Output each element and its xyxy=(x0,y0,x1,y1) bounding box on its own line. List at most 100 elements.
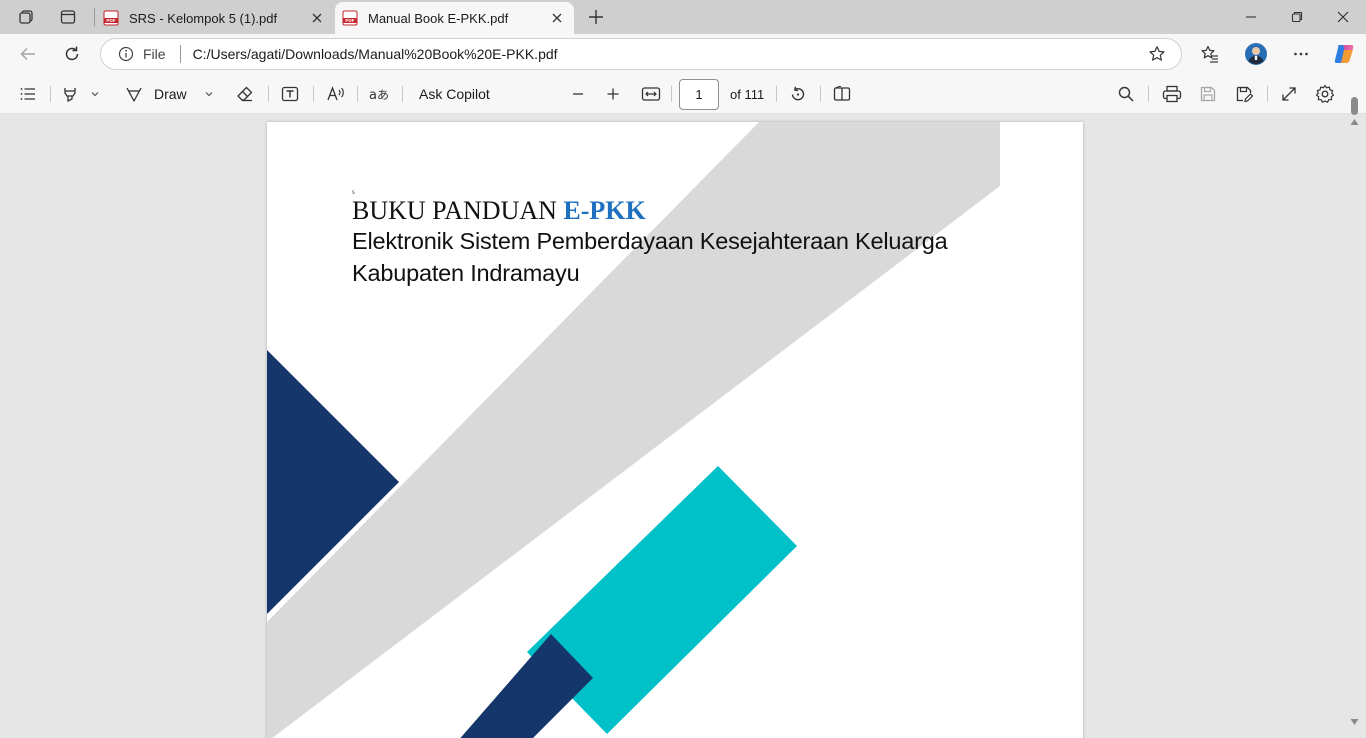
favorite-star-button[interactable] xyxy=(1143,40,1171,68)
scroll-up-arrow-icon[interactable] xyxy=(1350,118,1359,126)
highlighter-icon xyxy=(64,88,76,103)
toolbar-divider xyxy=(671,86,672,102)
document-subtitle-line-1: Elektronik Sistem Pemberdayaan Kesejahte… xyxy=(352,228,948,254)
settings-button[interactable] xyxy=(1312,80,1338,108)
title-plain: BUKU PANDUAN xyxy=(352,196,564,225)
close-window-button[interactable] xyxy=(1320,0,1366,34)
table-of-contents-button[interactable] xyxy=(14,80,42,108)
close-icon xyxy=(552,13,562,23)
tab-title: SRS - Kelompok 5 (1).pdf xyxy=(129,10,278,26)
rotate-icon xyxy=(791,86,805,101)
tab-srs-kelompok[interactable]: PDF SRS - Kelompok 5 (1).pdf xyxy=(96,2,334,34)
refresh-button[interactable] xyxy=(56,38,88,70)
read-aloud-button[interactable] xyxy=(322,80,350,108)
tab-manual-book[interactable]: PDF Manual Book E-PKK.pdf xyxy=(335,2,574,34)
highlight-options-dropdown[interactable] xyxy=(86,80,104,108)
erase-button[interactable] xyxy=(232,80,258,108)
title-accent: E-PKK xyxy=(563,196,646,225)
save-as-icon xyxy=(1236,86,1253,103)
highlight-button[interactable] xyxy=(58,80,82,108)
page-total-label: of 111 xyxy=(730,87,765,102)
toolbar-divider xyxy=(357,86,358,102)
printer-icon xyxy=(1162,85,1182,103)
vertical-tabs-button[interactable] xyxy=(53,4,83,30)
page-view-button[interactable] xyxy=(829,80,855,108)
pdf-page: s BUKU PANDUAN E-PKK Elektronik Sistem P… xyxy=(267,122,1083,738)
translate-button[interactable]: aあ xyxy=(366,80,394,108)
stray-mark-text: s xyxy=(352,188,355,196)
document-subtitle-line-2: Kabupaten Indramayu xyxy=(352,260,580,286)
svg-text:PDF: PDF xyxy=(106,18,115,23)
favorites-list-icon xyxy=(1201,45,1218,63)
contents-list-icon xyxy=(20,88,35,100)
address-bar-row: File C:/Users/agati/Downloads/Manual%20B… xyxy=(0,34,1366,74)
svg-text:a: a xyxy=(369,88,377,103)
search-icon xyxy=(1118,86,1134,102)
close-icon xyxy=(312,13,322,23)
print-button[interactable] xyxy=(1158,80,1186,108)
save-icon xyxy=(1200,86,1216,102)
address-bar[interactable]: File C:/Users/agati/Downloads/Manual%20B… xyxy=(100,38,1182,70)
ask-copilot-label: Ask Copilot xyxy=(419,86,490,102)
tab-strip: PDF SRS - Kelompok 5 (1).pdf PDF Manual … xyxy=(0,0,1366,34)
toolbar-divider xyxy=(1148,86,1149,102)
ask-copilot-button[interactable]: Ask Copilot xyxy=(412,80,498,108)
fit-width-icon xyxy=(641,87,661,101)
toolbar-divider xyxy=(1267,86,1268,102)
address-divider xyxy=(179,45,181,63)
add-text-button[interactable] xyxy=(277,80,303,108)
toolbar-divider xyxy=(820,86,821,102)
draw-button[interactable]: Draw xyxy=(124,80,200,108)
site-info-icon[interactable] xyxy=(117,45,135,63)
minimize-button[interactable] xyxy=(1228,0,1274,34)
minus-icon xyxy=(573,93,583,95)
scrollbar-thumb[interactable] xyxy=(1351,97,1358,115)
back-button[interactable] xyxy=(12,38,44,70)
text-box-icon xyxy=(281,86,299,102)
chevron-down-icon xyxy=(205,92,213,97)
scroll-down-arrow-icon[interactable] xyxy=(1350,718,1359,726)
pen-icon xyxy=(126,87,142,102)
plus-icon xyxy=(607,88,619,100)
favorites-button[interactable] xyxy=(1194,38,1226,70)
close-icon xyxy=(1337,11,1349,23)
fit-to-width-button[interactable] xyxy=(637,80,665,108)
zoom-out-button[interactable] xyxy=(565,80,591,108)
chevron-down-icon xyxy=(91,92,99,97)
gear-icon xyxy=(1315,84,1335,103)
vertical-scrollbar[interactable] xyxy=(1348,115,1360,735)
save-button[interactable] xyxy=(1195,80,1221,108)
close-tab-button[interactable] xyxy=(306,7,328,29)
profile-button[interactable] xyxy=(1240,38,1272,70)
restore-icon xyxy=(1291,11,1303,23)
restore-button[interactable] xyxy=(1274,0,1320,34)
close-tab-button[interactable] xyxy=(546,7,568,29)
zoom-in-button[interactable] xyxy=(600,80,626,108)
url-text[interactable]: C:/Users/agati/Downloads/Manual%20Book%2… xyxy=(193,46,1143,62)
save-as-button[interactable] xyxy=(1231,80,1257,108)
fullscreen-button[interactable] xyxy=(1276,80,1302,108)
copilot-icon xyxy=(1334,45,1354,63)
page-number-input[interactable]: 1 xyxy=(679,79,719,110)
tab-divider xyxy=(94,8,95,26)
new-tab-button[interactable] xyxy=(581,4,611,30)
toolbar-divider xyxy=(313,86,314,102)
tab-actions-icon xyxy=(60,10,76,24)
copilot-button[interactable] xyxy=(1328,38,1360,70)
toolbar-divider xyxy=(402,86,403,102)
pdf-toolbar: Draw aあ Ask Copilot 1 of 111 xyxy=(0,74,1366,114)
translate-icon: aあ xyxy=(369,88,389,103)
scheme-label: File xyxy=(143,46,166,62)
expand-icon xyxy=(1282,87,1296,101)
draw-label: Draw xyxy=(154,86,187,102)
refresh-icon xyxy=(65,46,79,61)
plus-icon xyxy=(589,10,603,24)
more-options-button[interactable] xyxy=(1285,38,1317,70)
minimize-icon xyxy=(1246,16,1256,18)
rotate-button[interactable] xyxy=(785,80,811,108)
find-button[interactable] xyxy=(1113,80,1139,108)
more-icon xyxy=(1294,52,1308,56)
draw-options-dropdown[interactable] xyxy=(200,80,218,108)
tab-title: Manual Book E-PKK.pdf xyxy=(368,10,509,26)
workspaces-button[interactable] xyxy=(11,4,41,30)
